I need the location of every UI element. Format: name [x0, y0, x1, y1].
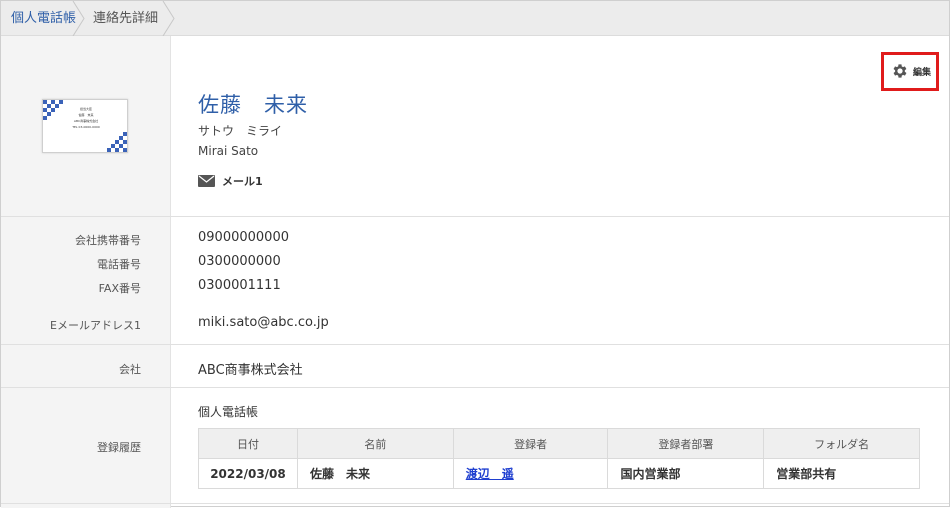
phone-label: 電話番号 — [97, 258, 141, 271]
cell-department: 国内営業部 — [607, 458, 765, 489]
cell-folder: 営業部共有 — [763, 458, 920, 489]
email-label: Eメールアドレス1 — [50, 319, 141, 332]
divider — [1, 387, 949, 388]
cell-date: 2022/03/08 — [198, 458, 298, 489]
contact-name-kana: サトウ ミライ — [198, 124, 283, 138]
card-pattern-icon — [107, 132, 127, 152]
card-text: TEL 03-0000-0000 — [72, 125, 100, 129]
column-header-name: 名前 — [296, 428, 454, 459]
company-value: ABC商事株式会社 — [198, 363, 303, 378]
breadcrumb-current: 連絡先詳細 — [93, 11, 159, 26]
table-row: 2022/03/08 佐藤 未来 渡辺 遥 国内営業部 営業部共有 — [198, 458, 920, 489]
gear-icon — [893, 64, 907, 78]
history-section-title: 個人電話帳 — [198, 405, 259, 419]
column-header-date: 日付 — [198, 428, 298, 459]
column-header-department: 登録者部署 — [607, 428, 765, 459]
edit-label: 編集 — [913, 68, 932, 78]
breadcrumb-separator-icon — [161, 1, 177, 36]
mail-label: メール1 — [222, 175, 263, 188]
company-label: 会社 — [119, 363, 141, 376]
fax-label: FAX番号 — [98, 282, 141, 295]
column-header-folder: フォルダ名 — [763, 428, 920, 459]
mobile-value: 09000000000 — [198, 230, 289, 245]
fax-value: 0300001111 — [198, 278, 281, 293]
contact-name: 佐藤 未来 — [198, 93, 308, 117]
email-value: miki.sato@abc.co.jp — [198, 315, 329, 330]
envelope-icon — [198, 175, 215, 187]
divider — [1, 503, 949, 504]
breadcrumb: 個人電話帳 連絡先詳細 — [1, 1, 949, 36]
mobile-label: 会社携帯番号 — [75, 234, 141, 247]
business-card-image[interactable]: 担当大臣 佐藤 未来 ABC商事株式会社 TEL 03-0000-0000 — [42, 99, 128, 153]
divider — [1, 344, 949, 345]
history-table: 日付 名前 登録者 登録者部署 フォルダ名 2022/03/08 佐藤 未来 渡… — [198, 428, 920, 489]
contact-name-roman: Mirai Sato — [198, 144, 259, 158]
registrant-link[interactable]: 渡辺 遥 — [466, 467, 514, 481]
phone-value: 0300000000 — [198, 254, 281, 269]
cell-name: 佐藤 未来 — [296, 458, 454, 489]
divider — [1, 216, 949, 217]
edit-button[interactable]: 編集 — [881, 52, 939, 91]
column-header-registrant: 登録者 — [452, 428, 609, 459]
breadcrumb-phonebook-link[interactable]: 個人電話帳 — [11, 1, 76, 36]
card-pattern-icon — [43, 100, 63, 120]
contact-detail-page: 個人電話帳 連絡先詳細 担当大臣 佐藤 未来 ABC商事株式会社 TEL 03-… — [0, 0, 950, 508]
cell-registrant: 渡辺 遥 — [452, 458, 609, 489]
history-label: 登録履歴 — [97, 441, 141, 454]
table-header-row: 日付 名前 登録者 登録者部署 フォルダ名 — [198, 428, 920, 459]
breadcrumb-separator-icon — [71, 1, 87, 36]
